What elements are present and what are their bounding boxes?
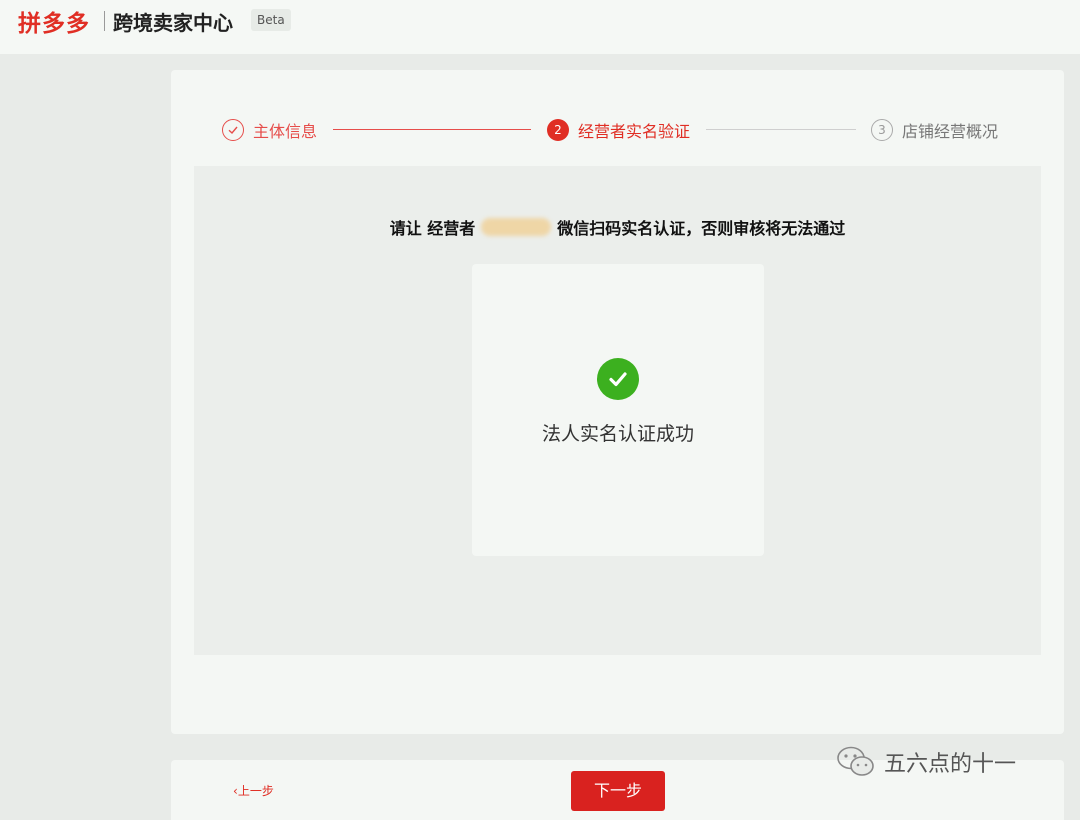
wechat-icon: [837, 746, 874, 776]
watermark: 五六点的十一: [836, 744, 1016, 780]
step-store-overview: 3 店铺经营概况: [871, 118, 998, 142]
watermark-text: 五六点的十一: [884, 752, 1017, 777]
next-step-button[interactable]: 下一步: [571, 771, 665, 811]
step-label: 主体信息: [253, 122, 318, 141]
prev-step-link[interactable]: ‹上一步: [233, 782, 274, 799]
step-number: 3: [871, 119, 893, 141]
result-text: 法人实名认证成功: [541, 423, 694, 445]
instruction-suffix: 微信扫码实名认证，否则审核将无法通过: [557, 219, 846, 238]
step-label: 经营者实名验证: [578, 122, 691, 141]
top-header: 拼多多 跨境卖家中心 Beta: [0, 0, 1080, 54]
instruction-text: 请让 经营者 微信扫码实名认证，否则审核将无法通过: [194, 215, 1041, 239]
step-number: 2: [547, 119, 569, 141]
brand-divider: [104, 11, 105, 31]
step-connector: [706, 129, 856, 130]
step-operator-verification: 2 经营者实名验证: [547, 118, 690, 142]
beta-badge: Beta: [251, 9, 291, 31]
app-title: 跨境卖家中心: [113, 11, 233, 35]
step-subject-info: 主体信息: [222, 118, 317, 142]
verification-panel: 请让 经营者 微信扫码实名认证，否则审核将无法通过 法人实名认证成功: [194, 166, 1041, 655]
step-connector: [333, 129, 531, 130]
step-label: 店铺经营概况: [902, 122, 999, 141]
check-circle-icon: [597, 358, 639, 400]
brand-logo[interactable]: 拼多多: [18, 4, 90, 38]
redacted-name: [481, 218, 552, 236]
result-box: 法人实名认证成功: [472, 264, 764, 556]
main-card: 主体信息 2 经营者实名验证 3 店铺经营概况 请让 经营者 微信扫码实名认证，…: [171, 70, 1064, 734]
prev-step-label: 上一步: [237, 784, 274, 798]
check-icon: [222, 119, 244, 141]
instruction-prefix: 请让 经营者: [389, 219, 476, 238]
